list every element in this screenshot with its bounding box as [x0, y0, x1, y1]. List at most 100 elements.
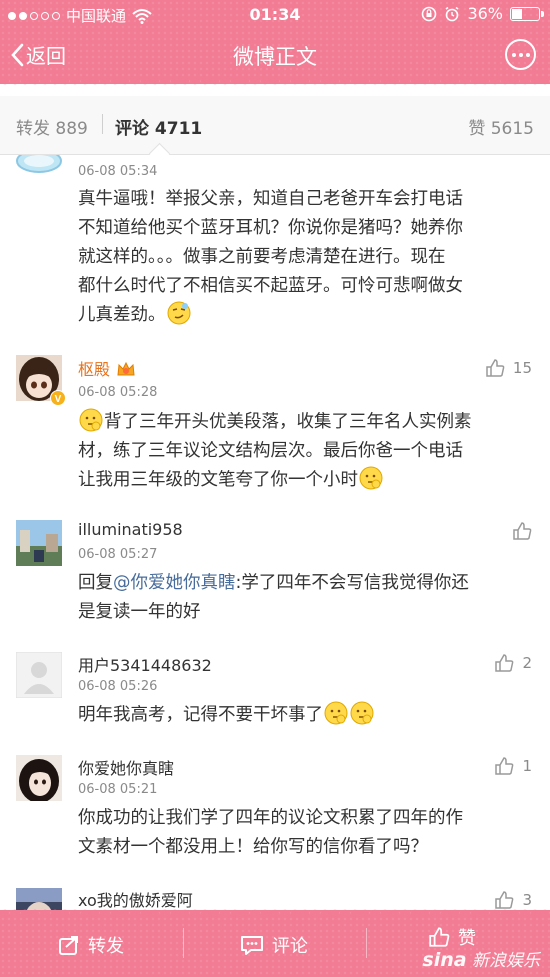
- comment-line-text: 让我用三年级的文笔夸了你一个小时: [78, 470, 358, 490]
- svg-text:V: V: [55, 394, 62, 405]
- like-count: 2: [522, 654, 532, 672]
- thumbs-up-icon: [495, 654, 514, 672]
- thinking-face-emoji-icon: [359, 466, 383, 490]
- repost-label: 转发: [88, 936, 124, 957]
- toolbar-divider: [183, 928, 184, 958]
- comment-label: 评论: [272, 936, 308, 957]
- comment-line: 就这样的。。。做事之前要考虑清楚在进行。现在: [78, 247, 446, 267]
- comment-line-text: 背了三年开头优美段落，收集了三年名人实例素: [104, 412, 472, 432]
- tab-like[interactable]: 赞 5615: [468, 114, 534, 139]
- rotation-lock-icon: [422, 6, 437, 21]
- comment-text: 背了三年开头优美段落，收集了三年名人实例素 材，练了三年议论文结构层次。最后你爸…: [78, 408, 524, 495]
- comment-item: 06-08 05:34 真牛逼哦！举报父亲，知道自己老爸开车会打电话 不知道给他…: [0, 155, 550, 339]
- avatar[interactable]: [16, 755, 62, 801]
- comment-author[interactable]: 你爱她你真瞎: [78, 755, 174, 779]
- comment-author[interactable]: illuminati958: [78, 520, 183, 539]
- share-icon: [59, 936, 78, 955]
- tab-strip: 转发 889 评论 4711 赞 5615: [0, 96, 550, 155]
- comment-text: 明年我高考，记得不要干坏事了: [78, 701, 524, 730]
- comment-button[interactable]: 评论: [240, 932, 308, 958]
- page-title: 微博正文: [233, 45, 317, 69]
- top-bar: 中国联通 01:34 36% 返回 微博正文: [0, 0, 550, 88]
- comment-line: 不知道给他买个蓝牙耳机？你说你是猪吗？她养你: [78, 218, 463, 238]
- comment-item: 用户5341448632 06-08 05:26 2 明年我高考，记得不要干坏事…: [0, 639, 550, 743]
- comment-line: 真牛逼哦！举报父亲，知道自己老爸开车会打电话: [78, 189, 463, 209]
- comment-time: 06-08 05:28: [78, 385, 158, 400]
- tab-like-count: 5615: [490, 119, 534, 139]
- watermark-text: 新浪娱乐: [472, 951, 540, 971]
- smug-face-emoji-icon: [167, 301, 190, 325]
- comment-text: 真牛逼哦！举报父亲，知道自己老爸开车会打电话 不知道给他买个蓝牙耳机？你说你是猪…: [78, 185, 524, 330]
- tab-repost-label: 转发: [16, 119, 50, 139]
- battery-fill: [512, 8, 523, 19]
- comment-line: 回复@你爱她你真瞎:学了四年不会写信我觉得你还: [78, 569, 524, 598]
- comment-item: 你爱她你真瞎 06-08 05:21 1 你成功的让我们学了四年的议论文积累了四…: [0, 742, 550, 877]
- watermark-brand: sina: [422, 949, 467, 971]
- status-bar: 中国联通 01:34 36%: [0, 0, 550, 30]
- comment-text: 回复@你爱她你真瞎:学了四年不会写信我觉得你还 是复读一年的好: [78, 569, 524, 627]
- like-count: 1: [522, 757, 532, 775]
- bottom-toolbar: 转发 评论 赞 sina 新浪娱乐: [0, 906, 550, 977]
- comment-author[interactable]: 用户5341448632: [78, 652, 212, 676]
- comment-line-text: :学了四年不会写信我觉得你还: [235, 573, 469, 593]
- comment-line: 是复读一年的好: [78, 602, 201, 622]
- avatar[interactable]: [16, 652, 62, 698]
- sina-watermark: sina 新浪娱乐: [422, 946, 540, 971]
- comment-time: 06-08 05:27: [78, 547, 158, 562]
- comment-line: 文素材一个都没用上！给你写的信你看了吗？: [78, 837, 428, 857]
- comment-item: xo我的傲娇爱阿 3: [0, 876, 550, 910]
- tab-divider: [102, 114, 103, 134]
- comment-item: V 枢殿 06-08 05:28 15 背了三年开头优美段落，收集了三年名人实例…: [0, 338, 550, 506]
- comment-line: 背了三年开头优美段落，收集了三年名人实例素: [78, 408, 524, 437]
- thumbs-up-icon: [486, 359, 505, 377]
- tab-repost-count: 889: [55, 119, 88, 139]
- thumbs-up-icon: [495, 757, 514, 775]
- tab-like-label: 赞: [468, 119, 486, 139]
- comment-line-text: 明年我高考，记得不要干坏事了: [78, 705, 323, 725]
- battery-icon: [510, 6, 544, 21]
- like-button[interactable]: 2: [494, 653, 532, 673]
- thinking-face-emoji-icon: [79, 408, 103, 432]
- comment-text: 你成功的让我们学了四年的议论文积累了四年的作 文素材一个都没用上！给你写的信你看…: [78, 804, 524, 862]
- status-right: 36%: [421, 4, 544, 23]
- thinking-face-emoji-icon: [350, 701, 374, 725]
- battery-percent: 36%: [467, 4, 503, 23]
- verified-badge-icon: V: [50, 390, 66, 406]
- thumbs-up-icon: [429, 927, 450, 947]
- repost-button[interactable]: 转发: [58, 932, 124, 958]
- comment-bubble-icon: [241, 936, 263, 955]
- comment-list[interactable]: 06-08 05:34 真牛逼哦！举报父亲，知道自己老爸开车会打电话 不知道给他…: [0, 155, 550, 910]
- comment-author[interactable]: 枢殿: [78, 356, 136, 380]
- comment-time: 06-08 05:21: [78, 782, 158, 797]
- comment-line: 材，练了三年议论文结构层次。最后你爸一个电话: [78, 441, 463, 461]
- comment-line: 你成功的让我们学了四年的议论文积累了四年的作: [78, 808, 463, 828]
- thinking-face-emoji-icon: [324, 701, 348, 725]
- avatar[interactable]: [16, 155, 62, 176]
- comment-line: 儿真差劲。: [78, 301, 524, 330]
- member-crown-icon: [117, 361, 135, 376]
- comment-line-text: 儿真差劲。: [78, 305, 166, 325]
- comment-line: 都什么时代了不相信买不起蓝牙。可怜可悲啊做女: [78, 276, 463, 296]
- like-button[interactable]: 15: [485, 358, 532, 378]
- tab-comment-count: 4711: [154, 119, 203, 139]
- alarm-icon: [445, 6, 459, 21]
- user-mention-link[interactable]: @你爱她你真瞎: [113, 573, 236, 593]
- like-button[interactable]: 1: [494, 756, 532, 776]
- more-options-button[interactable]: [505, 39, 536, 70]
- tab-repost[interactable]: 转发 889: [16, 114, 88, 139]
- comment-line: 明年我高考，记得不要干坏事了: [78, 701, 524, 730]
- tab-comment-label: 评论: [115, 119, 149, 139]
- nav-bar: 返回 微博正文: [0, 30, 550, 80]
- comment-line: 让我用三年级的文笔夸了你一个小时: [78, 466, 524, 495]
- comment-author-name: 枢殿: [78, 360, 111, 379]
- reply-prefix: 回复: [78, 573, 113, 593]
- comment-time: 06-08 05:34: [78, 164, 158, 179]
- tab-comment[interactable]: 评论 4711: [115, 114, 202, 139]
- thumbs-up-icon: [513, 522, 532, 540]
- toolbar-divider: [366, 928, 367, 958]
- like-count: 15: [512, 359, 532, 377]
- comment-item: illuminati958 06-08 05:27 回复@你爱她你真瞎:学了四年…: [0, 505, 550, 640]
- avatar[interactable]: [16, 520, 62, 566]
- comment-time: 06-08 05:26: [78, 679, 158, 694]
- like-button[interactable]: [512, 521, 532, 541]
